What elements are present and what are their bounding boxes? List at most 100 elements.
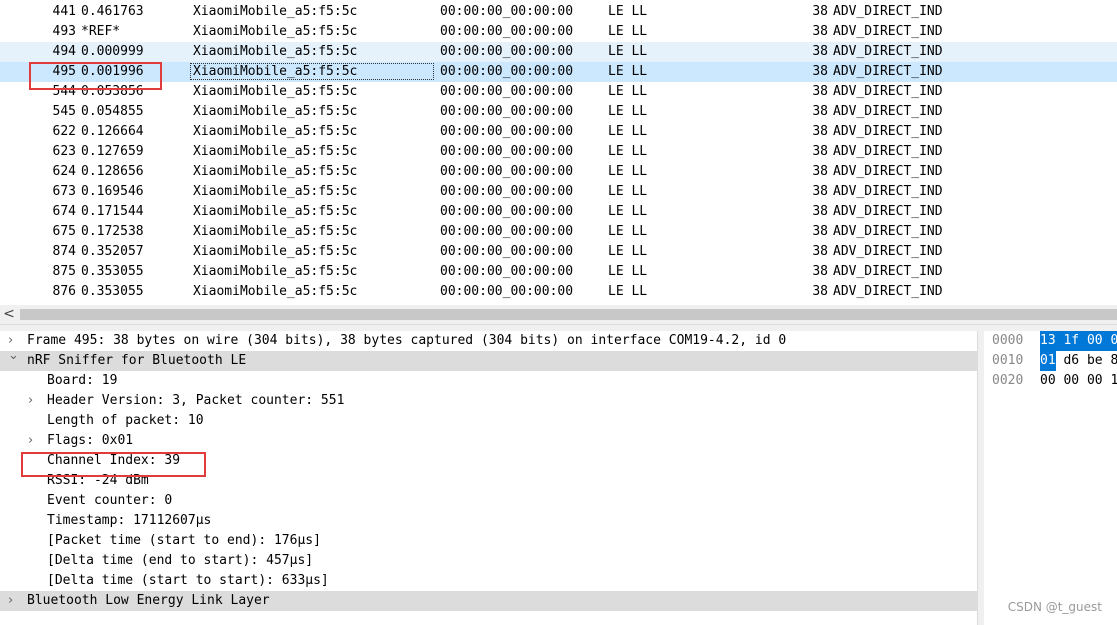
packet-source: XiaomiMobile_a5:f5:5c <box>193 124 358 139</box>
packet-destination: 00:00:00_00:00:00 <box>440 24 574 39</box>
tree-node[interactable]: [Delta time (end to start): 457µs] <box>0 551 977 571</box>
tree-node[interactable]: Length of packet: 10 <box>0 411 977 431</box>
packet-row[interactable]: 874 0.352057 XiaomiMobile_a5:f5:5c 00:00:00… <box>0 242 1117 262</box>
packet-source: XiaomiMobile_a5:f5:5c <box>193 4 358 19</box>
packet-row[interactable]: 673 0.169546 XiaomiMobile_a5:f5:5c 00:00:00… <box>0 182 1117 202</box>
packet-row[interactable]: 545 0.054855 XiaomiMobile_a5:f5:5c 00:00:00… <box>0 102 1117 122</box>
packet-source: XiaomiMobile_a5:f5:5c <box>193 24 358 39</box>
packet-number: 674 <box>52 204 76 219</box>
tree-node-label: [Packet time (start to end): 176µs] <box>47 533 321 548</box>
hex-byte[interactable]: 01 <box>1040 351 1056 371</box>
packet-source: XiaomiMobile_a5:f5:5c <box>193 164 358 179</box>
packet-list[interactable]: 441 0.461763 XiaomiMobile_a5:f5:5c 00:00:00… <box>0 0 1117 305</box>
packet-protocol: LE LL <box>608 164 648 179</box>
hex-byte[interactable]: 00 <box>1040 371 1056 391</box>
packet-number: 876 <box>52 284 76 299</box>
hex-byte[interactable]: 00 <box>1086 331 1103 351</box>
packet-bytes-pane[interactable]: 0000 13 1f 00 0 0010 01 d6 be 8 0020 00 00 00… <box>984 331 1117 625</box>
packet-details-tree[interactable]: › Frame 495: 38 bytes on wire (304 bits),… <box>0 331 977 625</box>
packet-destination: 00:00:00_00:00:00 <box>440 104 574 119</box>
tree-node[interactable]: › Flags: 0x01 <box>0 431 977 451</box>
packet-source: XiaomiMobile_a5:f5:5c <box>193 244 358 259</box>
hex-gap <box>1079 371 1087 391</box>
hex-gap <box>1056 351 1064 371</box>
tree-node-label: Timestamp: 17112607µs <box>47 513 212 528</box>
hex-byte[interactable]: 00 <box>1063 371 1079 391</box>
horizontal-scrollbar[interactable]: < <box>0 305 1117 324</box>
packet-row[interactable]: 544 0.053856 XiaomiMobile_a5:f5:5c 00:00:00… <box>0 82 1117 102</box>
packet-row[interactable]: 623 0.127659 XiaomiMobile_a5:f5:5c 00:00:00… <box>0 142 1117 162</box>
packet-info: ADV_DIRECT_IND <box>833 104 943 119</box>
packet-row[interactable]: 876 0.353055 XiaomiMobile_a5:f5:5c 00:00:00… <box>0 282 1117 302</box>
hex-byte[interactable]: 0 <box>1110 331 1117 351</box>
packet-number: 622 <box>52 124 76 139</box>
packet-row[interactable]: 441 0.461763 XiaomiMobile_a5:f5:5c 00:00:00… <box>0 2 1117 22</box>
hex-byte[interactable]: 1f <box>1063 331 1080 351</box>
packet-time: 0.352057 <box>81 244 144 259</box>
scroll-left-icon[interactable]: < <box>2 305 16 324</box>
packet-row[interactable]: 622 0.126664 XiaomiMobile_a5:f5:5c 00:00:00… <box>0 122 1117 142</box>
hex-gap <box>1102 331 1111 351</box>
tree-node[interactable]: › Frame 495: 38 bytes on wire (304 bits),… <box>0 331 977 351</box>
packet-length: 38 <box>812 124 828 139</box>
packet-row[interactable]: 674 0.171544 XiaomiMobile_a5:f5:5c 00:00:00… <box>0 202 1117 222</box>
tree-node[interactable]: › Header Version: 3, Packet counter: 551 <box>0 391 977 411</box>
packet-info: ADV_DIRECT_IND <box>833 64 943 79</box>
tree-node[interactable]: [Delta time (start to start): 633µs] <box>0 571 977 591</box>
hex-gap <box>1056 371 1064 391</box>
packet-row[interactable]: 493 *REF* XiaomiMobile_a5:f5:5c 00:00:00_00… <box>0 22 1117 42</box>
chevron-right-icon[interactable]: › <box>8 591 20 611</box>
packet-row[interactable]: 624 0.128656 XiaomiMobile_a5:f5:5c 00:00:00… <box>0 162 1117 182</box>
hex-line: 0020 00 00 00 1 <box>984 371 1117 391</box>
packet-number: 675 <box>52 224 76 239</box>
packet-number: 545 <box>52 104 76 119</box>
tree-node[interactable]: Board: 19 <box>0 371 977 391</box>
packet-row[interactable]: 495 0.001996 XiaomiMobile_a5:f5:5c 00:00:00… <box>0 62 1117 82</box>
scrollbar-thumb[interactable] <box>20 309 1117 320</box>
packet-destination: 00:00:00_00:00:00 <box>440 184 574 199</box>
chevron-right-icon[interactable]: › <box>28 391 40 411</box>
packet-source: XiaomiMobile_a5:f5:5c <box>193 204 358 219</box>
packet-protocol: LE LL <box>608 264 648 279</box>
packet-info: ADV_DIRECT_IND <box>833 264 943 279</box>
tree-node[interactable]: › Bluetooth Low Energy Link Layer <box>0 591 977 611</box>
tree-node[interactable]: [Packet time (start to end): 176µs] <box>0 531 977 551</box>
hex-byte[interactable]: d6 <box>1063 351 1079 371</box>
tree-node[interactable]: Event counter: 0 <box>0 491 977 511</box>
packet-row[interactable]: 494 0.000999 XiaomiMobile_a5:f5:5c 00:00:00… <box>0 42 1117 62</box>
packet-time: 0.127659 <box>81 144 144 159</box>
pane-splitter[interactable] <box>0 324 1117 331</box>
packet-destination: 00:00:00_00:00:00 <box>440 264 574 279</box>
hex-byte[interactable]: 13 <box>1040 331 1056 351</box>
packet-length: 38 <box>812 184 828 199</box>
packet-time: 0.171544 <box>81 204 144 219</box>
hex-byte[interactable]: 8 <box>1110 351 1117 371</box>
hex-byte[interactable]: 00 <box>1087 371 1103 391</box>
packet-destination: 00:00:00_00:00:00 <box>440 64 574 79</box>
chevron-down-icon[interactable]: ⌄ <box>8 346 20 366</box>
hex-gap <box>1103 371 1111 391</box>
packet-number: 875 <box>52 264 76 279</box>
packet-source: XiaomiMobile_a5:f5:5c <box>193 264 358 279</box>
hex-byte[interactable]: be <box>1087 351 1103 371</box>
packet-length: 38 <box>812 64 828 79</box>
vertical-splitter[interactable] <box>977 331 984 625</box>
hex-bytes: 13 1f 00 0 <box>1040 331 1117 351</box>
hex-bytes: 00 00 00 1 <box>1040 371 1117 391</box>
annotation-box-channel-index <box>21 452 206 477</box>
packet-row[interactable]: 675 0.172538 XiaomiMobile_a5:f5:5c 00:00:00… <box>0 222 1117 242</box>
packet-row[interactable]: 875 0.353055 XiaomiMobile_a5:f5:5c 00:00:00… <box>0 262 1117 282</box>
hex-byte[interactable]: 1 <box>1110 371 1117 391</box>
packet-length: 38 <box>812 284 828 299</box>
packet-protocol: LE LL <box>608 4 648 19</box>
packet-info: ADV_DIRECT_IND <box>833 284 943 299</box>
hex-offset: 0010 <box>992 353 1024 368</box>
packet-info: ADV_DIRECT_IND <box>833 24 943 39</box>
chevron-right-icon[interactable]: › <box>28 431 40 451</box>
tree-node[interactable]: Timestamp: 17112607µs <box>0 511 977 531</box>
packet-protocol: LE LL <box>608 244 648 259</box>
annotation-box-packet-495 <box>29 62 162 90</box>
packet-source: XiaomiMobile_a5:f5:5c <box>193 44 358 59</box>
packet-number: 441 <box>52 4 76 19</box>
tree-node[interactable]: ⌄ nRF Sniffer for Bluetooth LE <box>0 348 977 371</box>
